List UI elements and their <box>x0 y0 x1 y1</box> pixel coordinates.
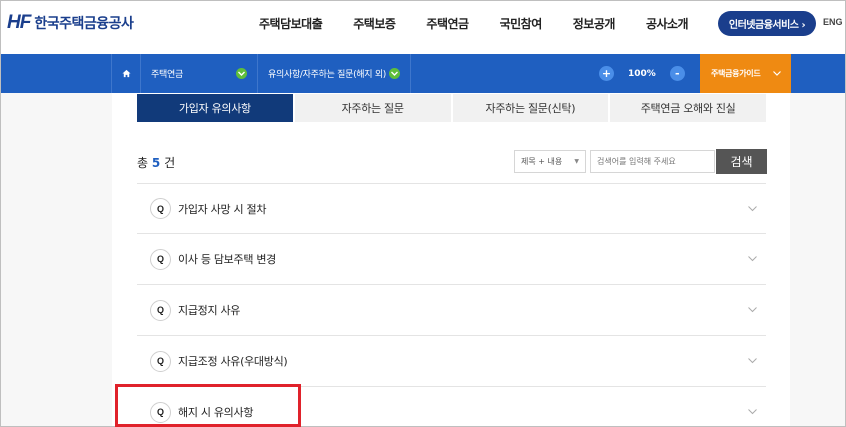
chevron-down-icon <box>773 71 781 76</box>
chevron-down-icon <box>389 68 400 79</box>
tab-subscriber-notes[interactable]: 가입자 유의사항 <box>137 94 293 122</box>
nav-item-about[interactable]: 공사소개 <box>646 15 689 32</box>
faq-item[interactable]: Q 지급정지 사유 <box>137 285 766 336</box>
chevron-down-icon <box>748 307 757 313</box>
home-icon[interactable] <box>111 54 141 93</box>
nav-item-guarantee[interactable]: 주택보증 <box>353 15 396 32</box>
tab-faq-trust[interactable]: 자주하는 질문(신탁) <box>452 94 609 122</box>
nav-item-mortgage[interactable]: 주택담보대출 <box>259 15 323 32</box>
count-number: 5 <box>151 156 161 170</box>
breadcrumb: 주택연금 유의사항/자주하는 질문(해지 외) <box>111 54 411 93</box>
highlight-box <box>115 384 301 427</box>
search-button[interactable]: 검색 <box>716 149 767 174</box>
chevron-down-icon <box>748 205 757 211</box>
count-prefix: 총 <box>137 156 149 170</box>
zoom-in-button[interactable]: + <box>599 66 614 81</box>
chevron-down-icon <box>748 358 757 364</box>
site-logo[interactable]: HF 한국주택금융공사 <box>7 12 134 34</box>
question-icon: Q <box>150 248 171 270</box>
nav-item-pension[interactable]: 주택연금 <box>426 15 469 32</box>
search-input[interactable] <box>590 150 715 173</box>
tab-bar: 가입자 유의사항 자주하는 질문 자주하는 질문(신탁) 주택연금 오해와 진실 <box>137 94 766 122</box>
housing-finance-guide-button[interactable]: 주택금융가이드 <box>700 54 791 93</box>
location-bar: 주택연금 유의사항/자주하는 질문(해지 외) + 100% - 주택금융가이드 <box>1 54 845 93</box>
zoom-out-button[interactable]: - <box>669 66 685 81</box>
guide-label: 주택금융가이드 <box>711 69 761 78</box>
faq-title: 지급정지 사유 <box>178 304 241 317</box>
zoom-level: 100% <box>628 68 656 79</box>
nav-item-disclosure[interactable]: 정보공개 <box>573 15 616 32</box>
logo-mark: HF <box>7 12 31 33</box>
breadcrumb-label: 유의사항/자주하는 질문(해지 외) <box>268 70 387 80</box>
chevron-down-icon <box>236 68 247 79</box>
breadcrumb-item-pension[interactable]: 주택연금 <box>141 54 258 93</box>
faq-title: 가입자 사망 시 절차 <box>178 202 267 216</box>
breadcrumb-item-faq[interactable]: 유의사항/자주하는 질문(해지 외) <box>258 54 411 93</box>
faq-item[interactable]: Q 이사 등 담보주택 변경 <box>137 234 766 285</box>
faq-title: 지급조정 사유(우대방식) <box>178 355 288 368</box>
search-scope-select[interactable]: 제목 + 내용 ▼ <box>514 150 586 173</box>
tab-myths-truths[interactable]: 주택연금 오해와 진실 <box>610 94 766 122</box>
result-count: 총 5 건 <box>137 154 175 171</box>
nav-item-participation[interactable]: 국민참여 <box>500 15 543 32</box>
zoom-control: + 100% - <box>599 66 685 81</box>
chevron-down-icon <box>748 409 757 415</box>
question-icon: Q <box>150 299 171 321</box>
caret-down-icon: ▼ <box>574 158 579 165</box>
breadcrumb-label: 주택연금 <box>151 70 183 80</box>
english-link[interactable]: ENG <box>823 17 843 27</box>
faq-item[interactable]: Q 가입자 사망 시 절차 <box>137 183 766 234</box>
search-scope-value: 제목 + 내용 <box>521 157 563 166</box>
faq-title: 이사 등 담보주택 변경 <box>178 253 276 266</box>
faq-item[interactable]: Q 지급조정 사유(우대방식) <box>137 336 766 387</box>
tab-faq[interactable]: 자주하는 질문 <box>294 94 451 122</box>
internet-banking-button[interactable]: 인터넷금융서비스 › <box>718 11 816 36</box>
count-suffix: 건 <box>164 156 176 170</box>
question-icon: Q <box>150 198 171 219</box>
main-nav: 주택담보대출 주택보증 주택연금 국민참여 정보공개 공사소개 <box>259 15 719 32</box>
chevron-down-icon <box>748 256 757 262</box>
logo-name: 한국주택금융공사 <box>34 16 134 32</box>
question-icon: Q <box>150 350 171 372</box>
site-header: HF 한국주택금융공사 주택담보대출 주택보증 주택연금 국민참여 정보공개 공… <box>1 1 845 53</box>
